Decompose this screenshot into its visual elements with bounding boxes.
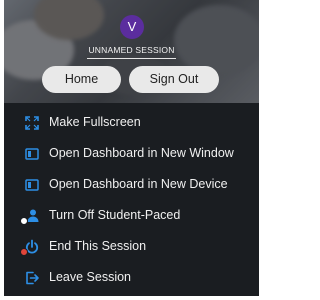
dashboard-device-icon: [24, 177, 40, 193]
menu-item-open-dashboard-new-window[interactable]: Open Dashboard in New Window: [4, 138, 259, 169]
menu-item-label: Turn Off Student-Paced: [49, 208, 181, 222]
status-dot: [20, 217, 28, 225]
session-name-underline: [87, 58, 176, 59]
menu-item-label: End This Session: [49, 239, 147, 253]
session-menu: Make Fullscreen Open Dashboard in New Wi…: [4, 107, 259, 293]
session-menu-panel: V UNNAMED SESSION Home Sign Out Make Ful…: [4, 0, 259, 296]
menu-item-make-fullscreen[interactable]: Make Fullscreen: [4, 107, 259, 138]
menu-item-open-dashboard-new-device[interactable]: Open Dashboard in New Device: [4, 169, 259, 200]
avatar: V: [120, 15, 144, 39]
menu-item-leave-session[interactable]: Leave Session: [4, 262, 259, 293]
menu-item-label: Open Dashboard in New Window: [49, 146, 234, 160]
leave-session-icon: [24, 270, 40, 286]
menu-item-label: Make Fullscreen: [49, 115, 141, 129]
menu-item-end-session[interactable]: End This Session: [4, 231, 259, 262]
menu-item-turn-off-student-paced[interactable]: Turn Off Student-Paced: [4, 200, 259, 231]
home-button[interactable]: Home: [42, 66, 121, 93]
session-header: V UNNAMED SESSION Home Sign Out: [4, 0, 259, 103]
session-name[interactable]: UNNAMED SESSION: [4, 45, 259, 55]
status-dot: [20, 248, 28, 256]
menu-item-label: Open Dashboard in New Device: [49, 177, 228, 191]
dashboard-window-icon: [24, 146, 40, 162]
fullscreen-icon: [24, 115, 40, 131]
menu-item-label: Leave Session: [49, 270, 132, 284]
sign-out-button[interactable]: Sign Out: [129, 66, 219, 93]
